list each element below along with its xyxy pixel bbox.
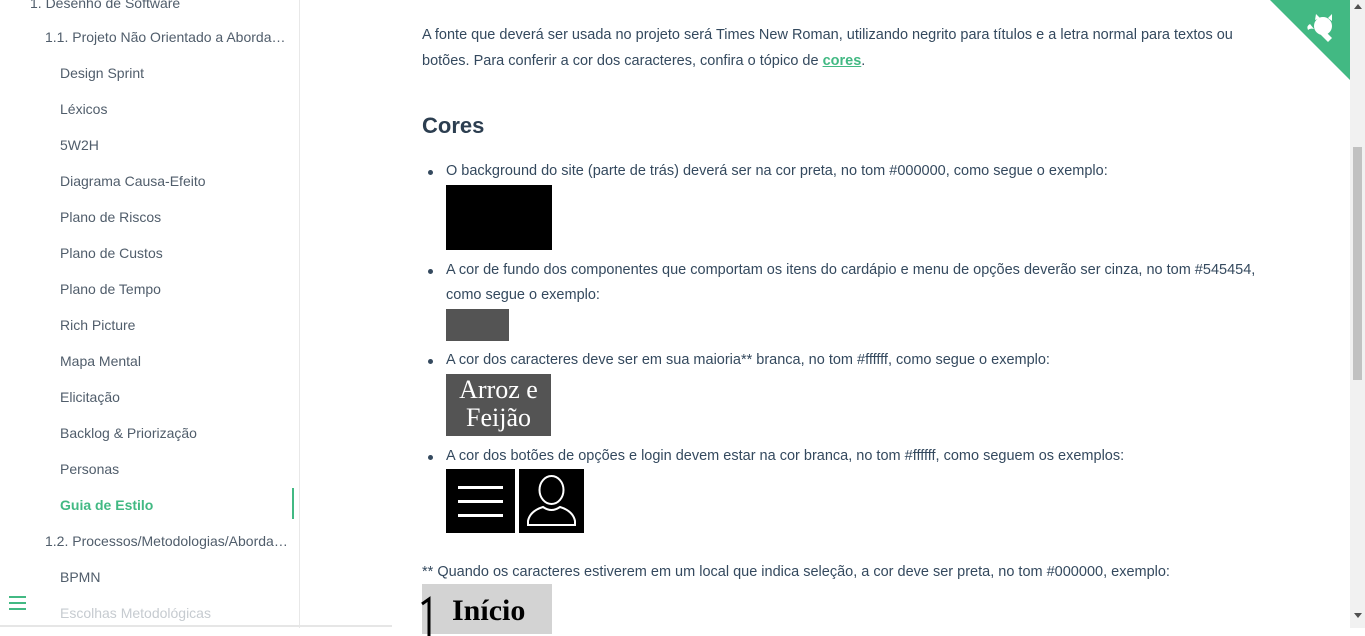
intro-text: botões. Para conferir a cor dos caracter…: [422, 53, 823, 69]
scroll-up-arrow-icon[interactable]: [1354, 4, 1362, 9]
intro-paragraph-line1: A fonte que deverá ser usada no projeto …: [422, 27, 1233, 43]
sample-text-line2: Feijão: [466, 403, 531, 432]
sidebar-item-diagrama-causa-efeito[interactable]: Diagrama Causa-Efeito: [60, 172, 290, 190]
menu-button-sample: [446, 469, 515, 533]
sidebar-item-5w2h[interactable]: 5W2H: [60, 136, 290, 154]
sidebar-item-desenho-de-software[interactable]: 1. Desenho de Software: [30, 0, 290, 12]
sidebar-item-guia-de-estilo[interactable]: Guia de Estilo: [60, 496, 290, 514]
github-octocat-icon[interactable]: [1270, 0, 1350, 80]
sidebar-item-escolhas-metodologicas[interactable]: Escolhas Metodológicas: [60, 604, 290, 622]
selected-item-sample: Início: [421, 584, 552, 636]
scrollbar-thumb[interactable]: [1353, 147, 1362, 380]
hamburger-menu-icon: [458, 486, 503, 517]
sidebar-item-lexicos[interactable]: Léxicos: [60, 100, 290, 118]
bullet-background-text: O background do site (parte de trás) dev…: [446, 163, 1108, 179]
bullet-dot: [428, 170, 433, 175]
active-item-indicator: [292, 488, 294, 519]
sidebar-item-projeto-nao-orientado[interactable]: 1.1. Projeto Não Orientado a Abordagens: [45, 28, 291, 46]
hamburger-icon[interactable]: [9, 594, 27, 612]
section-heading-cores: Cores: [422, 113, 485, 138]
sidebar-item-rich-picture[interactable]: Rich Picture: [60, 316, 290, 334]
sidebar-item-plano-de-custos[interactable]: Plano de Custos: [60, 244, 290, 262]
sidebar-item-plano-de-tempo[interactable]: Plano de Tempo: [60, 280, 290, 298]
user-icon: [527, 475, 576, 526]
cores-link[interactable]: cores: [823, 53, 862, 69]
bullet-characters-text: A cor dos caracteres deve ser em sua mai…: [446, 352, 1050, 368]
sidebar-item-backlog-priorizacao[interactable]: Backlog & Priorização: [60, 424, 290, 442]
sidebar-item-personas[interactable]: Personas: [60, 460, 290, 478]
footnote-text: ** Quando os caracteres estiverem em um …: [422, 564, 1170, 580]
color-sample-black: [446, 185, 552, 250]
sidebar: 1. Desenho de Software 1.1. Projeto Não …: [0, 0, 300, 628]
scroll-down-arrow-icon[interactable]: [1354, 613, 1362, 618]
home-icon: [421, 596, 431, 636]
bullet-dot: [428, 269, 433, 274]
bullet-dot: [428, 359, 433, 364]
login-button-sample: [519, 469, 584, 533]
sidebar-item-elicitacao[interactable]: Elicitação: [60, 388, 290, 406]
bullet-dot: [428, 455, 433, 460]
main-content: A fonte que deverá ser usada no projeto …: [300, 0, 1350, 636]
sidebar-item-design-sprint[interactable]: Design Sprint: [60, 64, 290, 82]
intro-paragraph-line2: botões. Para conferir a cor dos caracter…: [422, 48, 865, 74]
inicio-label: Início: [452, 594, 526, 627]
intro-period: .: [861, 53, 866, 69]
text-color-sample: Arroz e Feijão: [446, 374, 551, 436]
sidebar-item-processos-metodologias[interactable]: 1.2. Processos/Metodologias/Abordagens: [45, 532, 291, 550]
page-scrollbar[interactable]: [1350, 0, 1365, 628]
bullet-component-bg-text: A cor de fundo dos componentes que compo…: [446, 262, 1256, 278]
sidebar-item-bpmn[interactable]: BPMN: [60, 568, 290, 586]
sidebar-item-plano-de-riscos[interactable]: Plano de Riscos: [60, 208, 290, 226]
sidebar-item-mapa-mental[interactable]: Mapa Mental: [60, 352, 290, 370]
bullet-component-bg-text-cont: como segue o exemplo:: [446, 287, 600, 303]
bullet-buttons-text: A cor dos botões de opções e login devem…: [446, 448, 1125, 464]
sample-text-line1: Arroz e: [459, 375, 538, 404]
color-sample-gray: [446, 309, 509, 341]
